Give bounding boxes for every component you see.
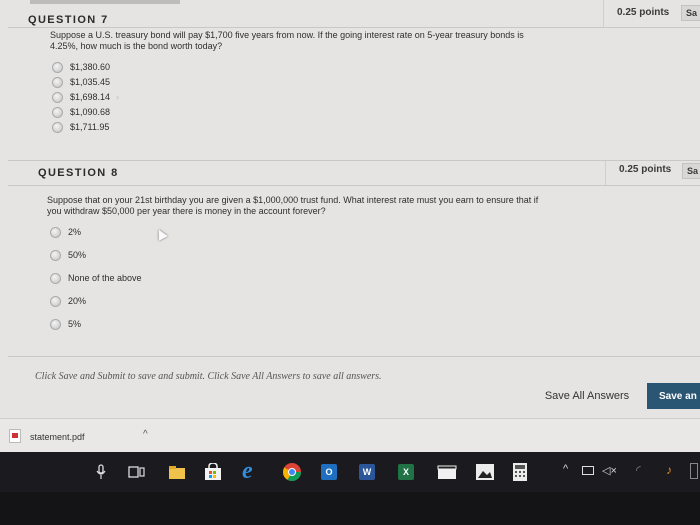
q7-option-3[interactable]: $1,698.14 › [52,91,119,103]
q8-option-4[interactable]: 20% [50,295,86,307]
question-7-bottom-divider [8,160,700,161]
calculator-icon[interactable] [512,462,528,482]
question-7-header-divider [8,27,700,28]
volume-icon[interactable]: ◁× [602,464,617,477]
option-label: 5% [68,319,82,329]
points-divider [605,161,606,185]
microphone-icon[interactable] [96,464,106,480]
taskbar: e O W X ^ ◁× ◜ ♪ [0,452,700,492]
points-divider [603,0,604,28]
question-8-header-divider [8,185,700,186]
chevron-up-icon[interactable]: ^ [143,429,148,440]
pdf-file-icon[interactable] [9,429,21,443]
show-hidden-icons-chevron-icon[interactable]: ^ [563,463,568,475]
question-7-save-button[interactable]: Sa [681,5,700,21]
chrome-icon[interactable] [282,462,302,482]
question-7-text-line-2: 4.25%, how much is the bond worth today? [50,41,223,51]
download-filename[interactable]: statement.pdf [30,432,85,442]
radio-icon[interactable] [52,61,63,73]
save-all-answers-button[interactable]: Save All Answers [537,385,637,407]
radio-icon[interactable] [50,249,61,261]
question-7-points: 0.25 points [617,7,670,18]
question-8-title: QUESTION 8 [38,167,119,179]
store-icon[interactable] [204,463,222,481]
q8-option-3[interactable]: None of the above [50,272,142,284]
radio-icon[interactable] [52,91,63,103]
action-center-icon[interactable] [690,463,698,479]
q7-option-5[interactable]: $1,711.95 [52,121,109,133]
q8-option-1[interactable]: 2% [50,226,81,238]
option-label: 20% [68,296,87,306]
arrow-icon: › [116,92,120,102]
option-label: 50% [68,250,87,260]
question-8-save-button[interactable]: Sa [682,163,700,179]
prev-question-remnant [30,0,180,4]
submit-instructions: Click Save and Submit to save and submit… [35,371,382,382]
excel-icon[interactable]: X [398,464,414,480]
radio-icon[interactable] [52,106,63,118]
question-8-text-line-2: you withdraw $50,000 per year there is m… [47,206,326,216]
battery-icon[interactable] [582,466,594,475]
option-label: None of the above [68,273,142,283]
q7-option-4[interactable]: $1,090.68 [52,106,110,118]
edge-icon[interactable]: e [242,458,253,485]
radio-icon[interactable] [50,318,61,330]
radio-icon[interactable] [52,76,63,88]
question-8-points: 0.25 points [619,164,672,175]
radio-icon[interactable] [50,295,61,307]
outlook-icon[interactable]: O [321,464,337,480]
save-and-submit-button[interactable]: Save an [647,383,700,409]
question-7-text-line-1: Suppose a U.S. treasury bond will pay $1… [50,30,524,40]
radio-icon[interactable] [50,272,61,284]
q7-option-1[interactable]: $1,380.60 [52,61,110,73]
question-8-bottom-divider [8,356,700,357]
mouse-cursor-icon [154,227,168,241]
q8-option-2[interactable]: 50% [50,249,86,261]
q7-option-2[interactable]: $1,035.45 [52,76,110,88]
file-explorer-icon[interactable] [168,465,186,480]
radio-icon[interactable] [52,121,63,133]
question-8-text-line-1: Suppose that on your 21st birthday you a… [47,195,539,205]
option-label: 2% [68,227,82,237]
q8-option-5[interactable]: 5% [50,318,81,330]
question-7-title: QUESTION 7 [28,14,109,26]
media-icon[interactable] [437,464,457,480]
option-label: $1,698.14 [70,92,111,102]
option-label: $1,090.68 [70,107,111,117]
word-icon[interactable]: W [359,464,375,480]
wifi-icon[interactable]: ◜ [636,463,641,477]
browser-content: QUESTION 7 0.25 points Sa Suppose a U.S.… [0,0,700,452]
option-label: $1,380.60 [70,62,111,72]
task-view-icon[interactable] [128,465,146,479]
option-label: $1,711.95 [70,122,110,132]
photos-icon[interactable] [475,463,495,481]
monitor-bezel [0,492,700,525]
radio-icon[interactable] [50,226,61,238]
download-bar: statement.pdf ^ [0,418,700,452]
option-label: $1,035.45 [70,77,111,87]
notification-icon[interactable]: ♪ [666,463,672,477]
